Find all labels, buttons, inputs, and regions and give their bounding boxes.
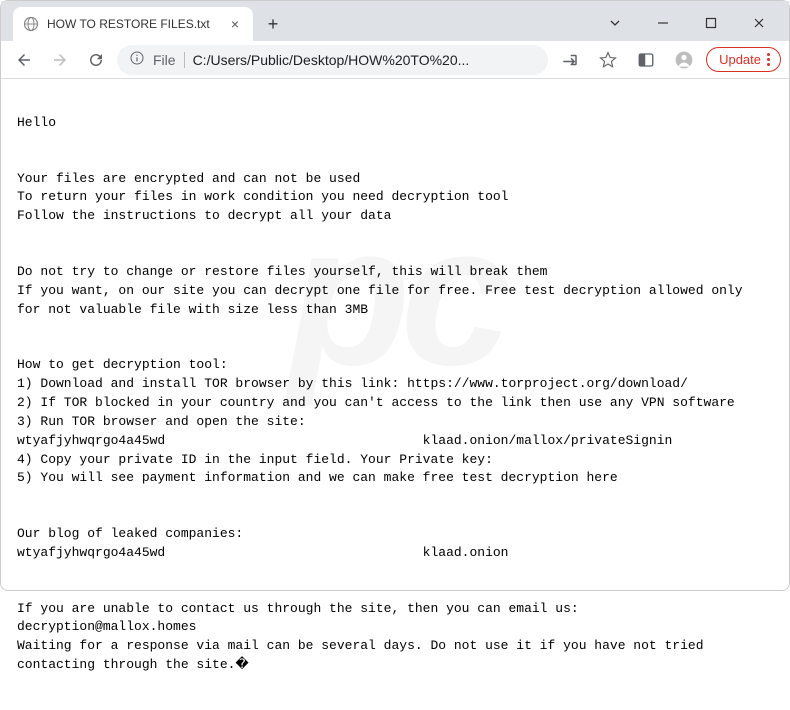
update-button[interactable]: Update <box>706 47 781 72</box>
update-label: Update <box>719 52 761 67</box>
share-icon[interactable] <box>554 45 586 75</box>
window-titlebar: HOW TO RESTORE FILES.txt × + <box>1 1 789 41</box>
profile-icon[interactable] <box>668 45 700 75</box>
tab-title: HOW TO RESTORE FILES.txt <box>47 17 219 31</box>
new-tab-button[interactable]: + <box>259 10 287 38</box>
url-text: C:/Users/Public/Desktop/HOW%20TO%20... <box>193 52 537 68</box>
paragraph: How to get decryption tool: 1) Download … <box>17 356 773 488</box>
paragraph: Hello <box>17 114 773 133</box>
dropdown-icon[interactable] <box>593 8 637 38</box>
close-window-button[interactable] <box>737 8 781 38</box>
address-bar[interactable]: File C:/Users/Public/Desktop/HOW%20TO%20… <box>117 45 548 75</box>
paragraph: Do not try to change or restore files yo… <box>17 263 773 320</box>
bookmark-icon[interactable] <box>592 45 624 75</box>
url-scheme-label: File <box>153 52 176 68</box>
browser-toolbar: File C:/Users/Public/Desktop/HOW%20TO%20… <box>1 41 789 79</box>
paragraph: If you are unable to contact us through … <box>17 600 773 675</box>
separator <box>184 52 185 68</box>
maximize-button[interactable] <box>689 8 733 38</box>
browser-tab[interactable]: HOW TO RESTORE FILES.txt × <box>13 7 253 41</box>
window-controls <box>593 5 781 41</box>
menu-icon <box>767 53 770 66</box>
back-button[interactable] <box>9 45 39 75</box>
close-tab-icon[interactable]: × <box>227 16 243 32</box>
globe-icon <box>23 16 39 32</box>
minimize-button[interactable] <box>641 8 685 38</box>
paragraph: Your files are encrypted and can not be … <box>17 170 773 227</box>
forward-button[interactable] <box>45 45 75 75</box>
document-content: Hello Your files are encrypted and can n… <box>1 79 789 710</box>
sidepanel-icon[interactable] <box>630 45 662 75</box>
paragraph: Our blog of leaked companies: wtyafjyhwq… <box>17 525 773 563</box>
info-icon <box>129 50 145 69</box>
reload-button[interactable] <box>81 45 111 75</box>
